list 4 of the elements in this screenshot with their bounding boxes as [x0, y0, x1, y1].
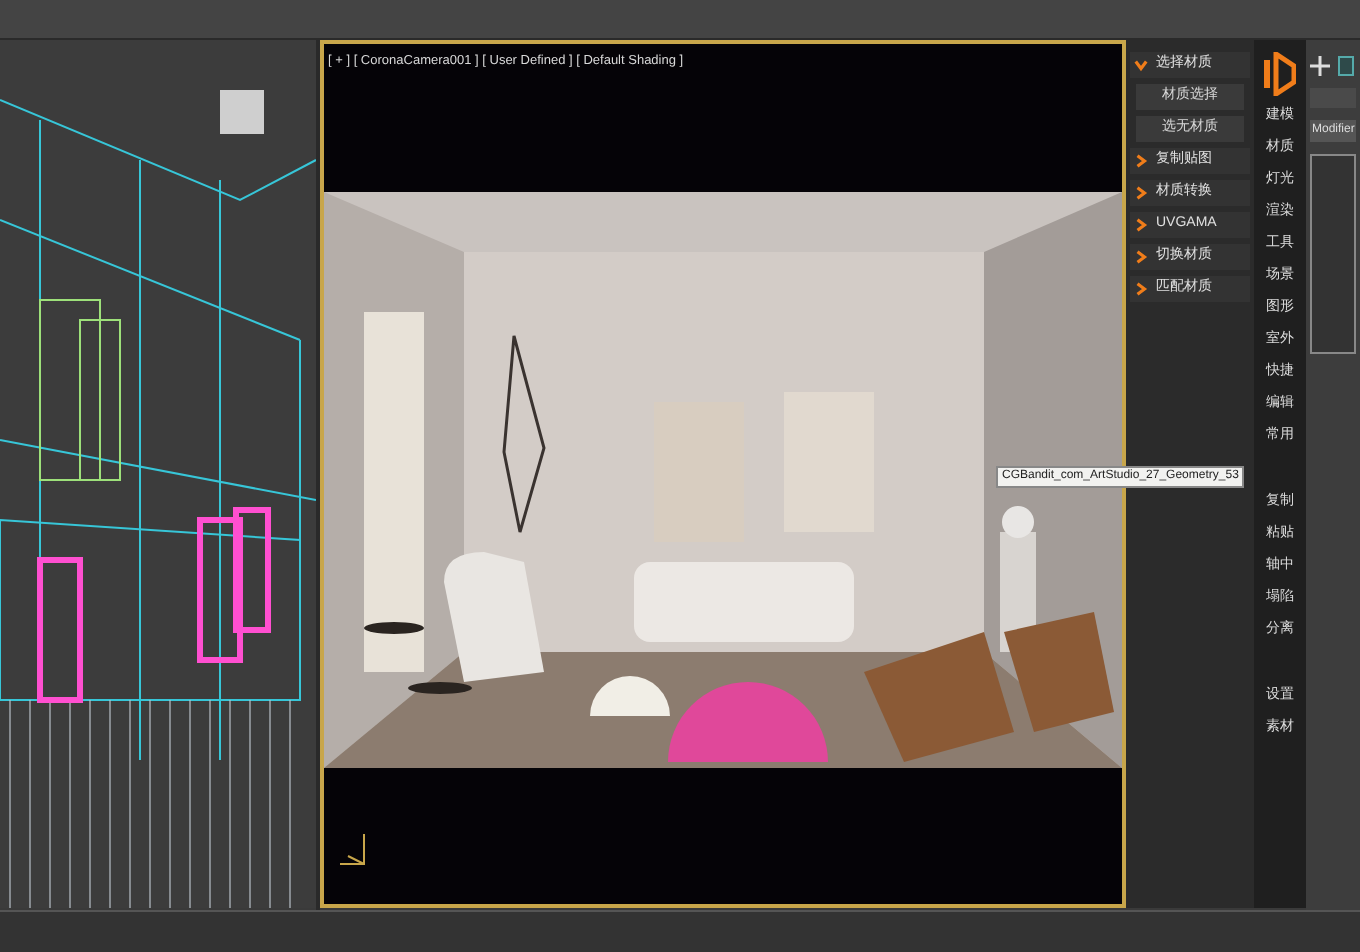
add-icon[interactable] [1310, 56, 1330, 76]
modify-tab-icon[interactable] [1338, 56, 1354, 76]
logo-icon [1264, 52, 1296, 96]
axis-gizmo-icon [336, 832, 368, 868]
